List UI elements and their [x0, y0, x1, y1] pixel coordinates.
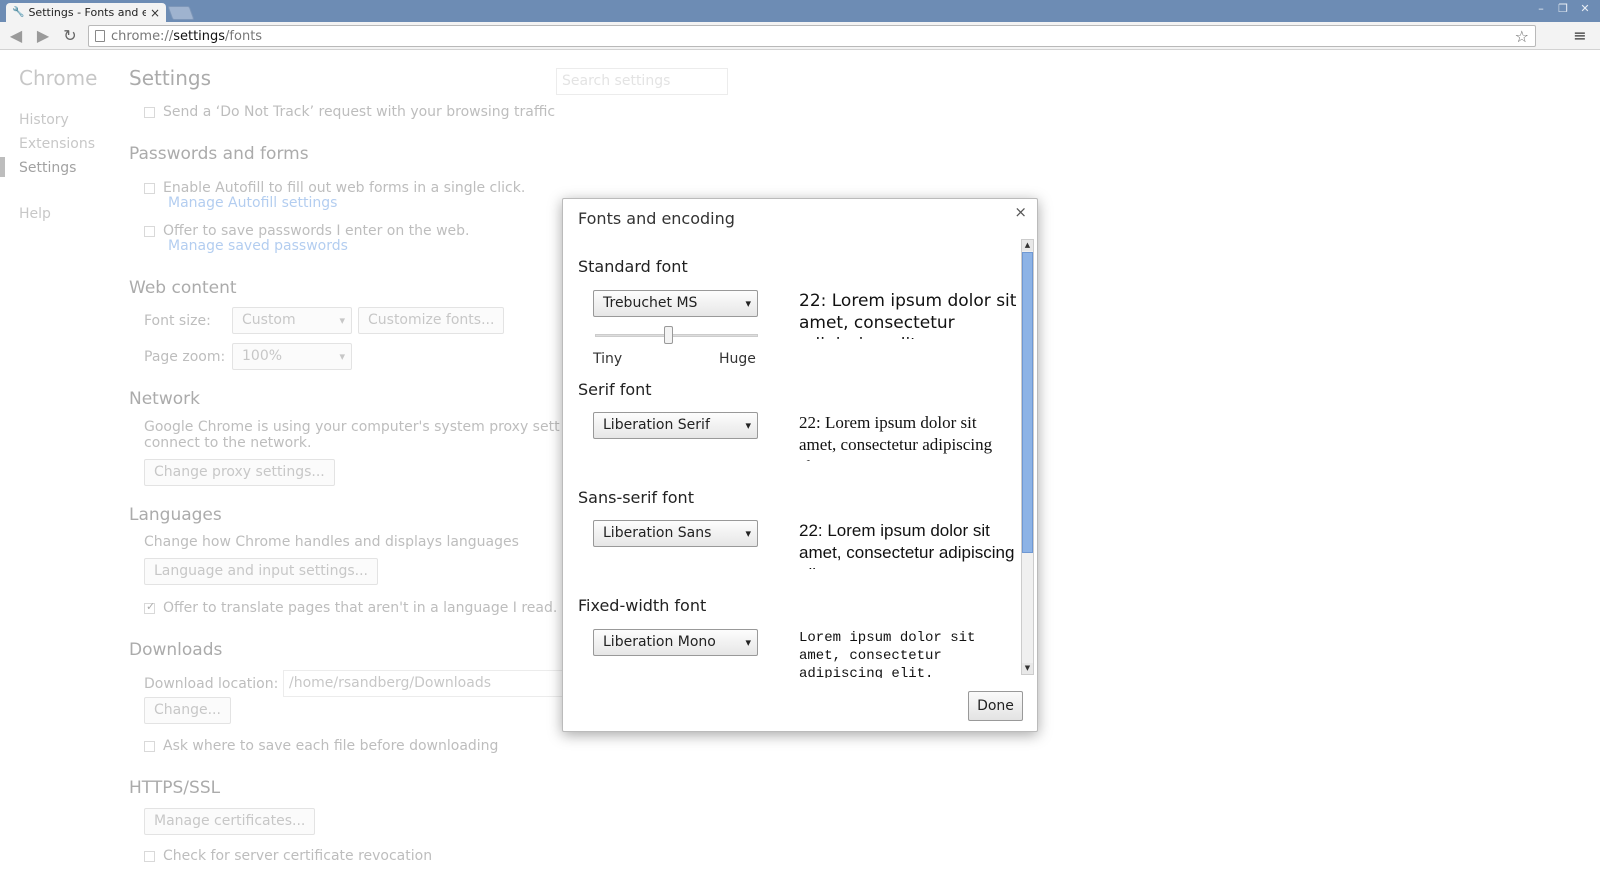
- font-size-slider-thumb[interactable]: [663, 326, 673, 344]
- back-icon[interactable]: ◀: [5, 26, 27, 46]
- tab-settings[interactable]: 🔧 Settings - Fonts and en ×: [6, 3, 166, 22]
- restore-icon[interactable]: ❐: [1554, 2, 1572, 16]
- address-bar[interactable]: chrome://settings/fonts ☆: [88, 25, 1536, 47]
- sans-font-select[interactable]: Liberation Sans: [593, 520, 758, 547]
- tab-title: Settings - Fonts and en: [28, 6, 146, 19]
- scrollbar-thumb[interactable]: [1022, 252, 1033, 553]
- fonts-dialog: Fonts and encoding × Standard font Trebu…: [562, 198, 1038, 732]
- dialog-scrollbar[interactable]: ▲ ▼: [1021, 239, 1034, 675]
- slider-min-label: Tiny: [593, 351, 623, 367]
- sans-font-sample: 22: Lorem ipsum dolor sit amet, consecte…: [799, 521, 1015, 569]
- minimize-icon[interactable]: –: [1532, 2, 1550, 16]
- serif-font-label: Serif font: [578, 380, 652, 399]
- bookmark-star-icon[interactable]: ☆: [1515, 27, 1529, 46]
- fixed-font-sample: Lorem ipsum dolor sit amet, consectetur …: [799, 630, 976, 678]
- reload-icon[interactable]: ↻: [59, 26, 81, 46]
- dialog-title: Fonts and encoding: [578, 209, 735, 228]
- done-button[interactable]: Done: [968, 691, 1023, 721]
- url-host: settings: [173, 28, 226, 44]
- sans-font-label: Sans-serif font: [578, 488, 694, 507]
- new-tab-button[interactable]: [167, 6, 195, 20]
- wrench-icon: 🔧: [12, 7, 25, 18]
- slider-max-label: Huge: [719, 351, 756, 367]
- title-bar: 🔧 Settings - Fonts and en × – ❐ ✕: [0, 0, 1600, 22]
- standard-font-sample: 22: Lorem ipsum dolor sit amet, consecte…: [799, 291, 1017, 339]
- forward-icon[interactable]: ▶: [32, 26, 54, 46]
- close-icon[interactable]: ×: [1014, 203, 1027, 221]
- url-scheme: chrome://: [111, 28, 174, 44]
- standard-font-label: Standard font: [578, 257, 688, 276]
- menu-icon[interactable]: ≡: [1570, 26, 1590, 46]
- browser-toolbar: ◀ ▶ ↻ chrome://settings/fonts ☆ ≡: [0, 22, 1600, 50]
- scroll-down-icon[interactable]: ▼: [1022, 663, 1033, 674]
- font-size-slider-track[interactable]: [595, 334, 758, 337]
- page-icon: [95, 30, 105, 42]
- standard-font-select[interactable]: Trebuchet MS: [593, 290, 758, 317]
- dialog-body: Standard font Trebuchet MS 22: Lorem ips…: [563, 237, 1037, 678]
- url-path: /fonts: [225, 28, 263, 44]
- tab-close-icon[interactable]: ×: [150, 6, 160, 20]
- scroll-up-icon[interactable]: ▲: [1022, 240, 1033, 251]
- serif-font-select[interactable]: Liberation Serif: [593, 412, 758, 439]
- serif-font-sample: 22: Lorem ipsum dolor sit amet, consecte…: [799, 413, 993, 461]
- fixed-font-select[interactable]: Liberation Mono: [593, 629, 758, 656]
- window-controls: – ❐ ✕: [1532, 2, 1594, 16]
- window-close-icon[interactable]: ✕: [1576, 2, 1594, 16]
- fixed-font-label: Fixed-width font: [578, 596, 707, 615]
